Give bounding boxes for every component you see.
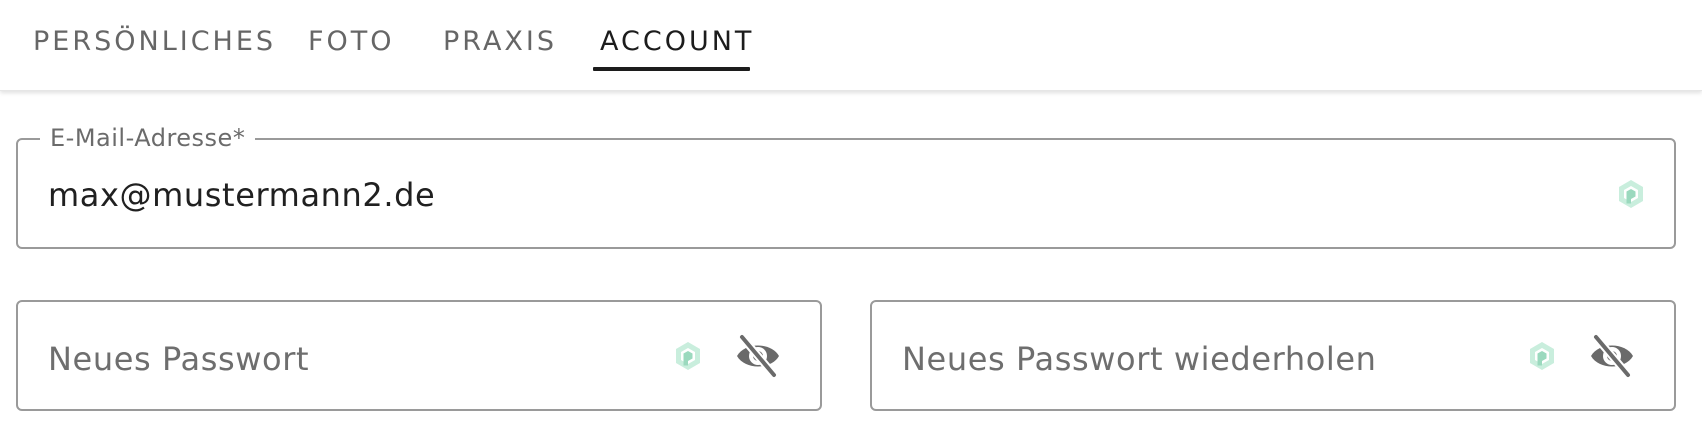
email-field-label: E-Mail-Adresse* xyxy=(40,124,256,152)
new-password-placeholder[interactable]: Neues Passwort xyxy=(48,340,309,378)
new-password-field[interactable]: Neues Passwort xyxy=(16,300,822,411)
email-field[interactable]: E-Mail-Adresse* max@mustermann2.de xyxy=(16,124,1676,249)
eye-off-icon[interactable] xyxy=(1588,333,1636,379)
password-manager-icon[interactable] xyxy=(1526,340,1558,372)
tab-account[interactable]: ACCOUNT xyxy=(600,0,754,91)
active-tab-indicator xyxy=(593,67,750,71)
eye-off-icon[interactable] xyxy=(734,333,782,379)
tab-persoenliches[interactable]: PERSÖNLICHES xyxy=(33,0,276,91)
password-manager-icon[interactable] xyxy=(1615,178,1647,210)
tab-praxis[interactable]: PRAXIS xyxy=(443,0,557,91)
password-manager-icon[interactable] xyxy=(672,340,704,372)
tab-foto[interactable]: FOTO xyxy=(308,0,395,91)
tab-bar: PERSÖNLICHES FOTO PRAXIS ACCOUNT xyxy=(0,0,1702,91)
repeat-password-placeholder[interactable]: Neues Passwort wiederholen xyxy=(902,340,1377,378)
repeat-password-field[interactable]: Neues Passwort wiederholen xyxy=(870,300,1676,411)
email-field-value[interactable]: max@mustermann2.de xyxy=(48,176,435,214)
